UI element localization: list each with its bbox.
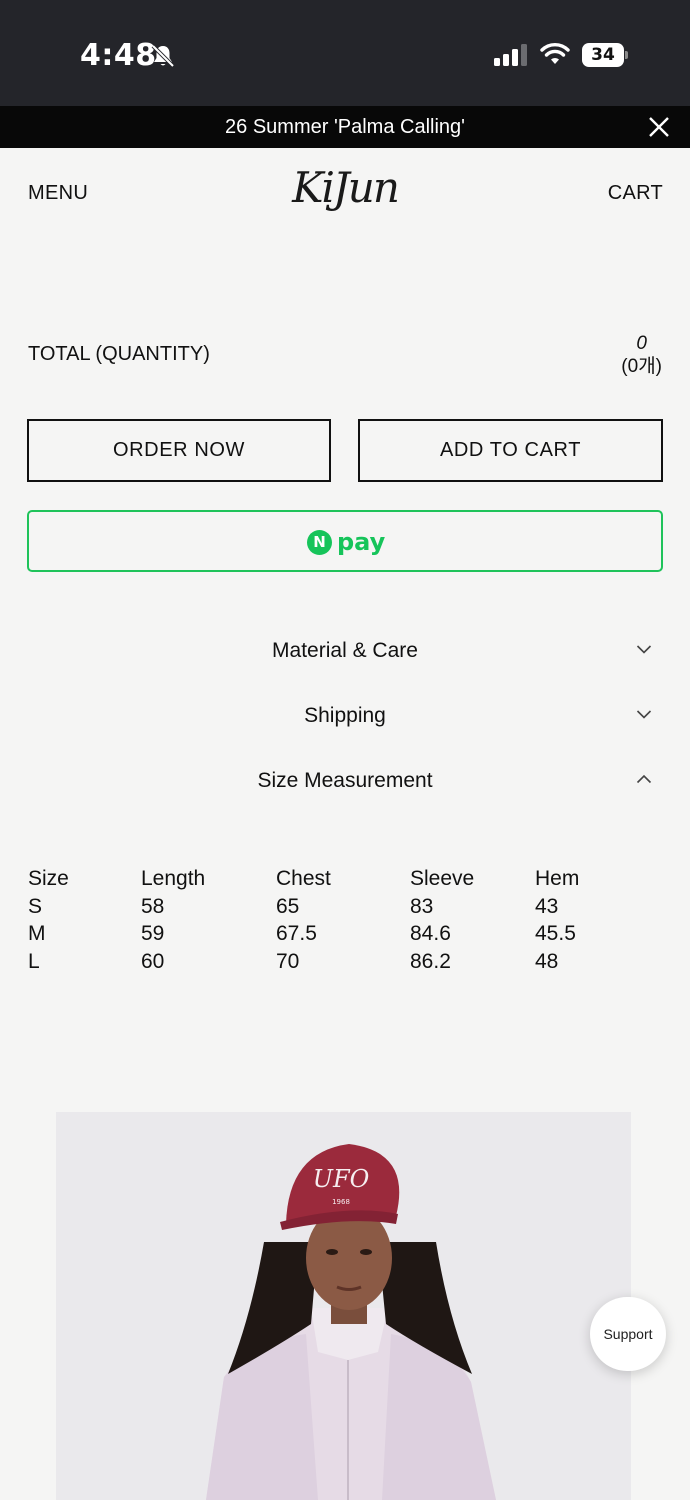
add-to-cart-button[interactable]: ADD TO CART — [358, 419, 663, 482]
npay-logo: N pay — [307, 528, 385, 556]
table-cell: 45.5 — [535, 922, 576, 945]
support-button[interactable]: Support — [590, 1297, 666, 1371]
table-cell: 48 — [535, 949, 559, 973]
table-cell: L — [28, 949, 40, 973]
product-image[interactable]: UFO 1968 — [56, 1112, 631, 1500]
announcement-text[interactable]: 26 Summer 'Palma Calling' — [0, 116, 690, 139]
accordion-title: Material & Care — [272, 639, 418, 662]
announcement-bar: 26 Summer 'Palma Calling' — [0, 106, 690, 148]
brand-logo[interactable]: KiJun — [280, 160, 410, 216]
cap-logo-text: UFO — [313, 1165, 370, 1193]
menu-button[interactable]: MENU — [28, 182, 88, 205]
cart-button[interactable]: CART — [608, 182, 663, 205]
table-cell: 65 — [276, 894, 300, 918]
accordion-material-care[interactable]: Material & Care — [0, 631, 690, 671]
status-time: 4:48 — [80, 38, 157, 73]
chevron-down-icon — [636, 710, 652, 719]
table-cell: 59 — [141, 922, 165, 945]
npay-button[interactable]: N pay — [27, 510, 663, 572]
table-cell: S — [28, 894, 43, 918]
table-cell: 58 — [141, 894, 165, 918]
order-now-button[interactable]: ORDER NOW — [27, 419, 331, 482]
table-cell: 84.6 — [410, 922, 451, 945]
cellular-signal-icon — [494, 44, 527, 66]
accordion-title: Size Measurement — [257, 769, 433, 792]
npay-mark-icon: N — [307, 529, 332, 555]
total-count: (0개) — [621, 356, 662, 377]
product-photo-illustration: UFO 1968 — [56, 1112, 631, 1500]
total-amount: 0 — [636, 333, 647, 354]
table-header-cell: Length — [141, 867, 206, 890]
table-cell: 70 — [276, 949, 300, 973]
table-header-cell: Chest — [276, 867, 331, 890]
accordion-shipping[interactable]: Shipping — [0, 696, 690, 736]
npay-label: pay — [337, 528, 386, 556]
cap-small-text: 1968 — [332, 1198, 350, 1206]
accordion-size-measurement[interactable]: Size Measurement — [0, 761, 690, 801]
battery-icon: 34 — [582, 43, 628, 67]
table-header-cell: Sleeve — [410, 867, 475, 890]
wifi-icon — [540, 43, 570, 64]
chevron-down-icon — [636, 645, 652, 654]
status-bar: 4:48 34 — [0, 0, 690, 106]
battery-cap — [625, 51, 628, 59]
table-header-cell: Size — [28, 867, 69, 890]
accordion-title: Shipping — [304, 704, 386, 727]
table-cell: 86.2 — [410, 949, 451, 973]
battery-level: 34 — [582, 43, 624, 67]
table-header-cell: Hem — [535, 867, 580, 890]
table-cell: 60 — [141, 949, 165, 973]
table-cell: 83 — [410, 894, 434, 918]
close-icon[interactable] — [648, 116, 670, 138]
table-cell: M — [28, 922, 46, 945]
total-quantity-value: 0 (0개) — [621, 332, 662, 378]
total-quantity-label: TOTAL (QUANTITY) — [28, 343, 210, 365]
bell-slash-icon — [151, 44, 175, 68]
table-cell: 43 — [535, 894, 559, 918]
table-cell: 67.5 — [276, 922, 317, 945]
chevron-up-icon — [636, 774, 652, 784]
